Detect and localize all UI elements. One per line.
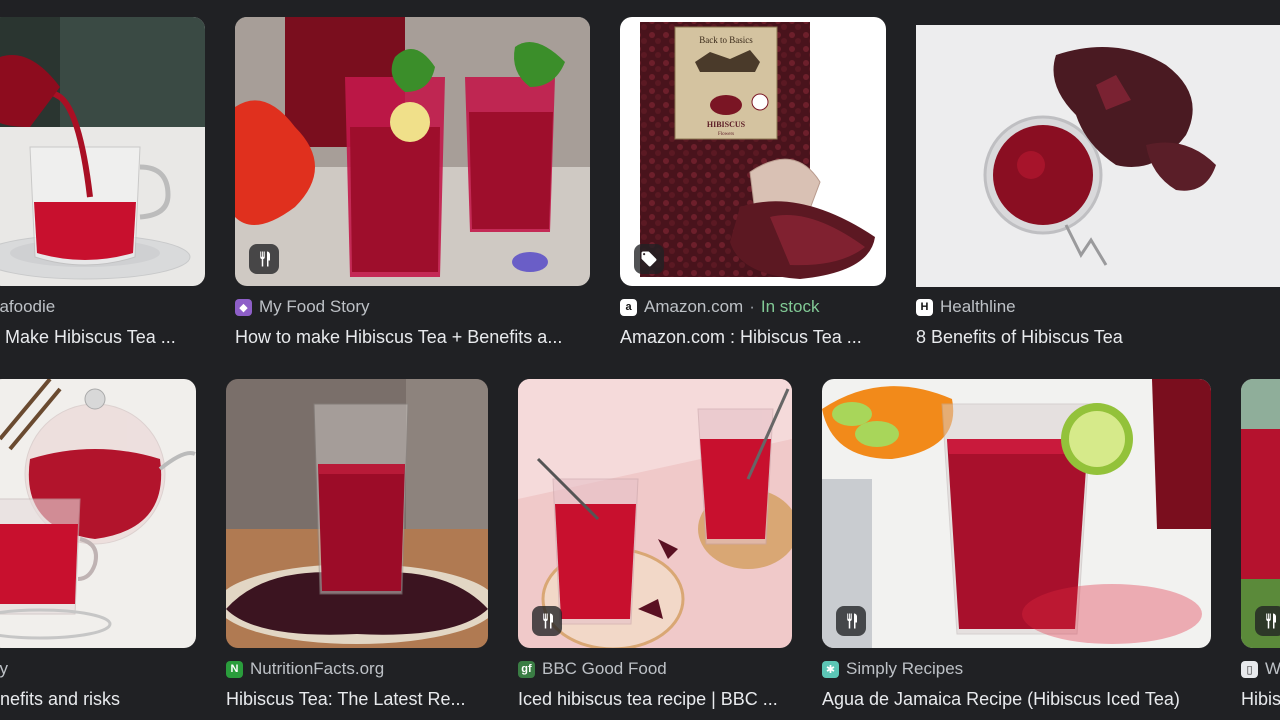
result-source[interactable]: ◆ My Food Story (235, 297, 370, 317)
bag-sub-text: Flowers (718, 132, 734, 137)
source-name: hafoodie (0, 297, 56, 316)
result-thumbnail[interactable]: Back to Basics HIBISCUS Flowers (620, 17, 886, 286)
result-source[interactable]: N NutritionFacts.org (226, 659, 384, 679)
recipe-icon (543, 613, 553, 629)
amazon-favicon-icon: a (620, 298, 637, 316)
result-source[interactable]: H Healthline (916, 297, 1016, 317)
recipe-icon (260, 251, 270, 267)
recipe-badge (249, 244, 279, 274)
image-result-card[interactable]: ▯ W Hibis (1241, 379, 1280, 720)
separator-dot: · (749, 297, 755, 316)
result-source[interactable]: ay (0, 659, 8, 679)
bbcgoodfood-favicon-icon: gf (518, 660, 535, 678)
simplyrecipes-favicon-icon: ✱ (822, 660, 839, 678)
result-source[interactable]: ▯ W (1241, 659, 1280, 679)
result-title[interactable]: enefits and risks (0, 689, 196, 710)
source-name: NutritionFacts.org (250, 659, 385, 678)
result-title[interactable]: o Make Hibiscus Tea ... (0, 327, 205, 348)
image-result-card[interactable]: H Healthline 8 Benefits of Hibiscus Tea (916, 17, 1280, 357)
recipe-badge (1255, 606, 1280, 636)
image-result-card[interactable]: N NutritionFacts.org Hibiscus Tea: The L… (226, 379, 488, 720)
result-thumbnail[interactable] (0, 17, 205, 286)
myfoodstory-favicon-icon: ◆ (235, 298, 252, 316)
result-title[interactable]: Hibiscus Tea: The Latest Re... (226, 689, 488, 710)
source-name: Healthline (940, 297, 1016, 316)
result-title[interactable]: Amazon.com : Hibiscus Tea ... (620, 327, 886, 348)
tea-pouring-image (0, 17, 205, 286)
result-source[interactable]: gf BBC Good Food (518, 659, 667, 679)
result-thumbnail[interactable] (0, 379, 196, 648)
result-source[interactable]: ✱ Simply Recipes (822, 659, 963, 679)
image-result-card[interactable]: ay enefits and risks (0, 379, 196, 720)
source-name: BBC Good Food (542, 659, 667, 678)
source-name: W (1265, 659, 1280, 678)
hibiscus-cup-topview-image (916, 25, 1280, 287)
nutritionfacts-favicon-icon: N (226, 660, 243, 678)
image-result-card[interactable]: ✱ Simply Recipes Agua de Jamaica Recipe … (822, 379, 1211, 720)
iced-hibiscus-glasses-image (235, 17, 590, 286)
bag-brand-text: Back to Basics (699, 35, 753, 45)
image-result-card[interactable]: ◆ My Food Story How to make Hibiscus Tea… (235, 17, 590, 357)
result-title[interactable]: Agua de Jamaica Recipe (Hibiscus Iced Te… (822, 689, 1211, 710)
price-tag-icon (641, 251, 657, 267)
source-name: My Food Story (259, 297, 370, 316)
result-title[interactable]: How to make Hibiscus Tea + Benefits a... (235, 327, 590, 348)
recipe-icon (847, 613, 857, 629)
tall-glass-hibiscus-image (226, 379, 488, 648)
image-result-card[interactable]: gf BBC Good Food Iced hibiscus tea recip… (518, 379, 792, 720)
in-stock-label: In stock (760, 297, 820, 316)
image-results-grid: hafoodie o Make Hibiscus Tea ... (0, 0, 1280, 720)
bag-product-text: HIBISCUS (707, 120, 746, 129)
source-name: Simply Recipes (846, 659, 964, 678)
result-thumbnail[interactable] (916, 25, 1280, 287)
result-thumbnail[interactable] (1241, 379, 1280, 648)
healthline-favicon-icon: H (916, 298, 933, 316)
source-name: ay (0, 659, 8, 678)
result-source[interactable]: a Amazon.com · In stock (620, 297, 819, 317)
result-thumbnail[interactable] (226, 379, 488, 648)
result-thumbnail[interactable] (235, 17, 590, 286)
recipe-badge (532, 606, 562, 636)
result-title[interactable]: Iced hibiscus tea recipe | BBC ... (518, 689, 792, 710)
recipe-icon (1266, 613, 1276, 629)
site-favicon-icon: ▯ (1241, 660, 1258, 678)
result-thumbnail[interactable] (822, 379, 1211, 648)
agua-de-jamaica-image (822, 379, 1211, 648)
recipe-badge (836, 606, 866, 636)
image-result-card[interactable]: Back to Basics HIBISCUS Flowers a Amazon… (620, 17, 886, 357)
image-result-card[interactable]: hafoodie o Make Hibiscus Tea ... (0, 17, 205, 357)
source-name: Amazon.com (644, 297, 744, 316)
teapot-hibiscus-image (0, 379, 196, 648)
result-source[interactable]: hafoodie (0, 297, 55, 317)
result-title[interactable]: 8 Benefits of Hibiscus Tea (916, 327, 1280, 348)
result-title[interactable]: Hibis (1241, 689, 1280, 710)
product-badge (634, 244, 664, 274)
result-thumbnail[interactable] (518, 379, 792, 648)
